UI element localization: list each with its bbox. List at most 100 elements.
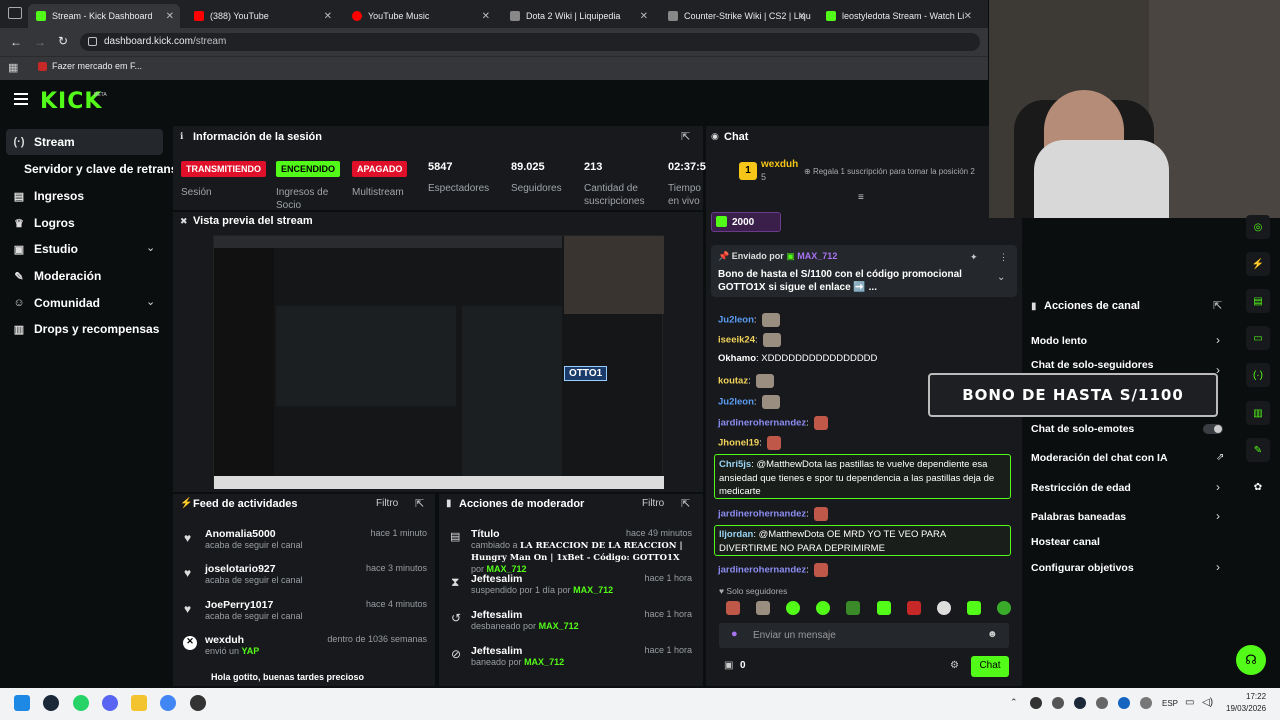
gift-sub-prompt[interactable]: ⊕ Regala 1 suscripción para tomar la pos…: [804, 167, 988, 176]
emote-icon[interactable]: [876, 601, 891, 615]
list-icon[interactable]: ▥: [1246, 401, 1270, 425]
emote-icon[interactable]: [936, 601, 951, 615]
network-icon[interactable]: ▭: [1185, 697, 1194, 708]
popout-icon[interactable]: ⇱: [415, 497, 424, 510]
chevron-down-icon[interactable]: ⌄: [146, 295, 155, 308]
sidebar-item-community[interactable]: ☺ Comunidad: [12, 296, 100, 310]
tab-kick-dashboard[interactable]: Stream - Kick Dashboard ✕: [28, 4, 180, 28]
bluetooth-icon[interactable]: [1118, 697, 1130, 709]
tray-chevron-icon[interactable]: ⌃: [1010, 697, 1018, 708]
tray-app-icon[interactable]: [1052, 697, 1064, 709]
discord-icon[interactable]: [102, 695, 118, 711]
followers-only-item[interactable]: Chat de solo-seguidores: [1031, 359, 1154, 371]
status-badge-off[interactable]: APAGADO: [352, 161, 408, 177]
chevron-right-icon[interactable]: ›: [1216, 509, 1220, 523]
sidebar-item-revenue[interactable]: ▤ Ingresos: [12, 189, 84, 203]
close-tab-icon[interactable]: ✕: [964, 11, 972, 22]
emote-icon[interactable]: [996, 601, 1011, 615]
apps-grid-icon[interactable]: ▦: [8, 61, 18, 74]
emotes-only-toggle[interactable]: [1203, 424, 1223, 434]
age-restriction-item[interactable]: Restricción de edad: [1031, 482, 1131, 494]
steam-icon[interactable]: [43, 695, 59, 711]
chrome-icon[interactable]: [160, 695, 176, 711]
popout-icon[interactable]: ⇱: [681, 497, 690, 510]
mic-tray-icon[interactable]: [1140, 697, 1152, 709]
back-icon[interactable]: ←: [10, 35, 22, 49]
unpin-icon[interactable]: ✦: [970, 252, 978, 263]
status-badge-on[interactable]: ENCENDIDO: [276, 161, 341, 177]
tab-cs-wiki[interactable]: Counter-Strike Wiki | CS2 | Liqu ✕: [660, 4, 812, 28]
emote-icon[interactable]: [816, 601, 831, 615]
tab-youtube-music[interactable]: YouTube Music ✕: [344, 4, 496, 28]
windows-start-icon[interactable]: [14, 695, 30, 711]
close-tab-icon[interactable]: ✕: [482, 11, 490, 22]
document-icon[interactable]: ▤: [1246, 289, 1270, 313]
chevron-down-icon[interactable]: ⌄: [997, 272, 1005, 283]
tray-app-icon[interactable]: [1096, 697, 1108, 709]
emote-icon[interactable]: [786, 601, 801, 615]
tab-dota-wiki[interactable]: Dota 2 Wiki | Liquipedia ✕: [502, 4, 654, 28]
chat-bubble-icon[interactable]: ▭: [1246, 326, 1270, 350]
volume-icon[interactable]: ◁): [1202, 697, 1213, 708]
clock-time[interactable]: 17:22: [1246, 692, 1266, 701]
file-explorer-icon[interactable]: [131, 695, 147, 711]
emotes-only-item[interactable]: Chat de solo-emotes: [1031, 423, 1134, 435]
emote-icon[interactable]: [726, 601, 740, 615]
broadcast-icon[interactable]: (·): [1246, 363, 1270, 387]
tab-list-icon[interactable]: [8, 7, 22, 19]
bookmark-item[interactable]: Fazer mercado em F...: [38, 61, 142, 71]
sidebar-item-moderation[interactable]: ✎ Moderación: [12, 269, 101, 283]
mod-filter-button[interactable]: Filtro: [642, 498, 664, 509]
reload-icon[interactable]: ↻: [58, 34, 68, 48]
tray-app-icon[interactable]: [1030, 697, 1042, 709]
tab-leostyledota[interactable]: leostyledota Stream - Watch Li ✕: [818, 4, 978, 28]
more-options-icon[interactable]: ⋮: [999, 252, 1008, 263]
popout-icon[interactable]: ⇱: [681, 130, 690, 143]
tab-youtube[interactable]: (388) YouTube ✕: [186, 4, 338, 28]
emote-icon[interactable]: [906, 601, 921, 615]
camera-icon[interactable]: ◎: [1246, 215, 1270, 239]
forward-icon[interactable]: →: [34, 35, 46, 49]
emote-icon[interactable]: [966, 601, 981, 615]
chevron-down-icon[interactable]: ⌄: [146, 241, 155, 254]
mic-icon[interactable]: ●: [731, 628, 738, 640]
send-chat-button[interactable]: Chat: [971, 656, 1009, 677]
stream-video[interactable]: OTTO1: [213, 235, 664, 489]
site-info-icon[interactable]: [88, 37, 97, 46]
banned-words-item[interactable]: Palabras baneadas: [1031, 511, 1126, 523]
host-channel-item[interactable]: Hostear canal: [1031, 536, 1100, 548]
obs-icon[interactable]: [190, 695, 206, 711]
sidebar-item-server-key[interactable]: Servidor y clave de retransm: [24, 162, 188, 176]
hamburger-menu-icon[interactable]: [14, 93, 28, 105]
lightning-icon[interactable]: ⚡: [1246, 252, 1270, 276]
tray-steam-icon[interactable]: [1074, 697, 1086, 709]
sidebar-item-studio[interactable]: ▣ Estudio: [12, 242, 78, 256]
sidebar-item-stream[interactable]: (·) Stream: [6, 129, 163, 155]
popout-icon[interactable]: ⇱: [1213, 299, 1222, 312]
feed-filter-button[interactable]: Filtro: [376, 498, 398, 509]
emoji-icon[interactable]: ☻: [987, 629, 998, 640]
wrench-icon[interactable]: ✎: [1246, 438, 1270, 462]
sidebar-item-achievements[interactable]: ♛ Logros: [12, 216, 75, 230]
ai-moderation-item[interactable]: Moderación del chat con IA: [1031, 452, 1168, 464]
chevron-right-icon[interactable]: ›: [1216, 480, 1220, 494]
clock-date[interactable]: 19/03/2026: [1226, 704, 1266, 713]
close-tab-icon[interactable]: ✕: [640, 11, 648, 22]
close-tab-icon[interactable]: ✕: [324, 11, 332, 22]
settings-gear-icon[interactable]: ⚙: [950, 660, 959, 671]
chevron-right-icon[interactable]: ›: [1216, 560, 1220, 574]
slow-mode-item[interactable]: Modo lento: [1031, 335, 1087, 347]
external-link-icon[interactable]: ⇗: [1216, 452, 1224, 463]
support-headset-icon[interactable]: ☊: [1236, 645, 1266, 675]
emote-icon[interactable]: [846, 601, 861, 615]
url-input[interactable]: dashboard.kick.com/stream: [80, 33, 980, 51]
top-gifter-name[interactable]: wexduh: [761, 159, 798, 170]
language-indicator[interactable]: ESP: [1162, 699, 1178, 708]
expand-icon[interactable]: ≡: [858, 192, 864, 203]
chevron-right-icon[interactable]: ›: [1216, 333, 1220, 347]
close-tab-icon[interactable]: ✕: [798, 11, 806, 22]
sidebar-item-drops[interactable]: ▥ Drops y recompensas: [12, 322, 160, 336]
emote-icon[interactable]: [756, 601, 771, 615]
close-tab-icon[interactable]: ✕: [166, 11, 174, 22]
puzzle-icon[interactable]: ✿: [1246, 475, 1270, 499]
